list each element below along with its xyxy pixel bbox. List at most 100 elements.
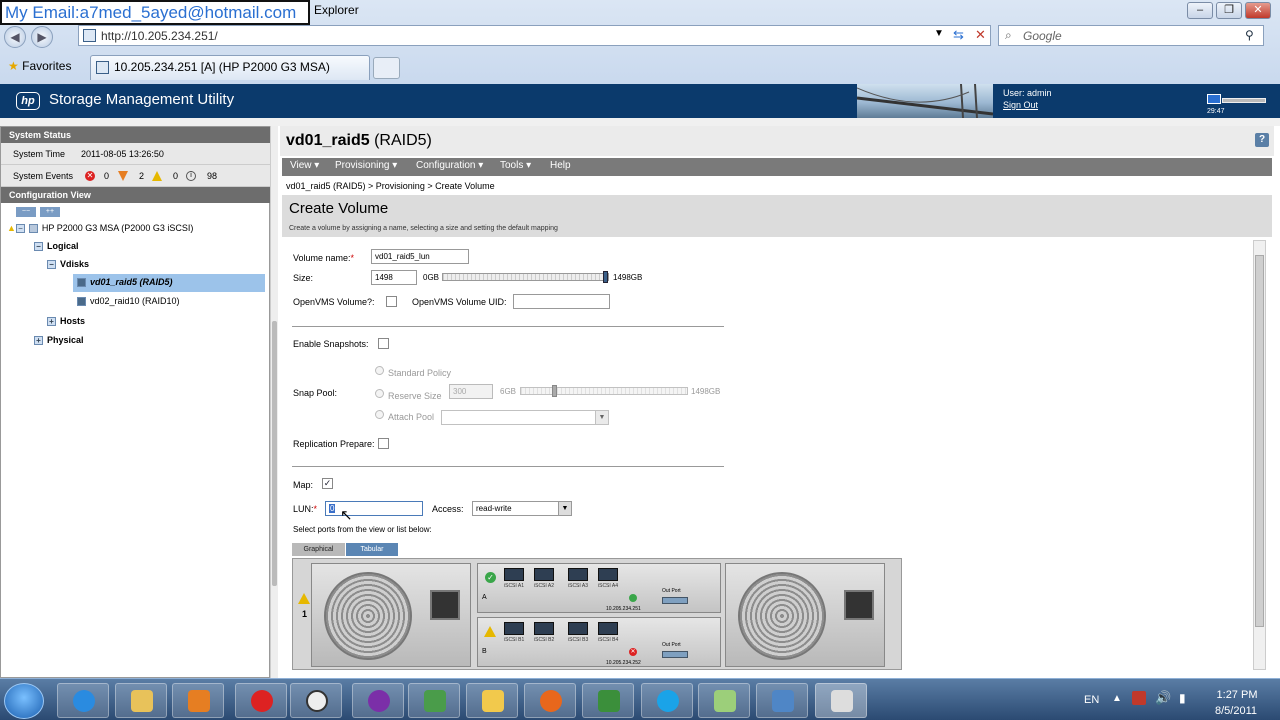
help-icon[interactable]: ? xyxy=(1255,133,1269,147)
volume-icon[interactable]: 🔊 xyxy=(1155,690,1171,706)
expand-icon[interactable]: + xyxy=(47,317,56,327)
left-scrollbar[interactable] xyxy=(270,126,278,678)
size-slider-thumb[interactable] xyxy=(603,271,608,283)
taskbar-firefox[interactable] xyxy=(524,683,576,718)
tree-vd02[interactable]: vd02_raid10 (RAID10) xyxy=(77,296,180,307)
port-a1[interactable] xyxy=(504,568,524,581)
search-box[interactable]: ⌕ Google ⚲ xyxy=(998,25,1264,46)
left-scroll-thumb[interactable] xyxy=(272,321,277,586)
system-events-row[interactable]: System Events ✕ 0 2 0 i 98 xyxy=(1,165,271,187)
start-button[interactable] xyxy=(4,683,44,719)
tree-vdisks[interactable]: − Vdisks xyxy=(47,259,89,270)
port-b4[interactable] xyxy=(598,622,618,635)
tree-hosts[interactable]: + Hosts xyxy=(47,316,85,327)
port-b2[interactable] xyxy=(534,622,554,635)
tray-date[interactable]: 8/5/2011 xyxy=(1210,705,1262,717)
tree-vd01[interactable]: vd01_raid5 (RAID5) xyxy=(77,277,173,288)
standard-policy-radio[interactable] xyxy=(375,366,384,375)
collapse-icon[interactable]: − xyxy=(15,224,25,234)
browser-tab[interactable]: 10.205.234.251 [A] (HP P2000 G3 MSA) xyxy=(90,55,370,80)
expand-all-button[interactable]: ++ xyxy=(40,207,60,217)
menu-provisioning[interactable]: Provisioning ▾ xyxy=(335,160,397,171)
main-scroll-thumb[interactable] xyxy=(1255,255,1264,627)
menu-view[interactable]: View ▾ xyxy=(290,160,319,171)
left-panel: System Status System Time 2011-08-05 13:… xyxy=(0,126,271,678)
taskbar-media[interactable] xyxy=(172,683,224,718)
taskbar-skype[interactable] xyxy=(641,683,693,718)
tray-language[interactable]: EN xyxy=(1084,694,1099,706)
taskbar-network[interactable] xyxy=(582,683,634,718)
menu-configuration[interactable]: Configuration ▾ xyxy=(416,160,483,171)
map-checkbox[interactable]: ✓ xyxy=(322,478,333,489)
openvms-uid-input[interactable] xyxy=(513,294,610,309)
access-label: Access: xyxy=(432,504,464,514)
access-select[interactable]: read-write ▼ xyxy=(472,501,572,516)
out-port-a[interactable] xyxy=(662,597,688,604)
controller-b[interactable]: B iSCSI B1 iSCSI B2 iSCSI B3 iSCSI B4 ✕ … xyxy=(477,617,721,667)
volume-name-input[interactable]: vd01_raid5_lun xyxy=(371,249,469,264)
port-a4[interactable] xyxy=(598,568,618,581)
taskbar-pin[interactable] xyxy=(235,683,287,718)
reserve-slider[interactable] xyxy=(520,387,688,395)
tray-app-icon[interactable] xyxy=(1132,691,1146,705)
taskbar-yahoo[interactable] xyxy=(352,683,404,718)
star-icon: ★ xyxy=(8,59,19,73)
port-b1[interactable] xyxy=(504,622,524,635)
menu-tools[interactable]: Tools ▾ xyxy=(500,160,531,171)
taskbar-apps[interactable] xyxy=(408,683,460,718)
reserve-size-input[interactable]: 300 xyxy=(449,384,493,399)
address-bar[interactable]: http://10.205.234.251/ ▼ ⇆ ✕ xyxy=(78,25,991,46)
sign-out-link[interactable]: Sign Out xyxy=(1003,100,1038,110)
reserve-size-radio[interactable] xyxy=(375,389,384,398)
taskbar-outlook[interactable] xyxy=(466,683,518,718)
search-icon[interactable]: ⚲ xyxy=(1245,28,1254,42)
attach-pool-radio[interactable] xyxy=(375,410,384,419)
taskbar-clock[interactable] xyxy=(290,683,342,718)
port-a3[interactable] xyxy=(568,568,588,581)
back-button[interactable]: ◀ xyxy=(4,26,26,48)
menu-help[interactable]: Help xyxy=(550,160,571,171)
controller-a[interactable]: ✓ A iSCSI A1 iSCSI A2 iSCSI A3 iSCSI A4 … xyxy=(477,563,721,613)
collapse-all-button[interactable]: −− xyxy=(16,207,36,217)
taskbar-ie[interactable] xyxy=(57,683,109,718)
tray-expand-icon[interactable]: ▲ xyxy=(1112,693,1122,704)
out-port-b[interactable] xyxy=(662,651,688,658)
minimize-button[interactable]: – xyxy=(1187,2,1213,19)
dropdown-arrow-icon[interactable]: ▼ xyxy=(934,28,944,39)
power-plug-icon xyxy=(430,590,460,620)
tray-time[interactable]: 1:27 PM xyxy=(1212,689,1262,701)
forward-button[interactable]: ▶ xyxy=(31,26,53,48)
tree-logical[interactable]: − Logical xyxy=(34,241,79,252)
attach-pool-select[interactable]: ▼ xyxy=(441,410,609,425)
collapse-icon[interactable]: − xyxy=(47,260,56,270)
refresh-icon[interactable]: ⇆ xyxy=(953,27,964,43)
collapse-icon[interactable]: − xyxy=(34,242,43,252)
enable-snapshots-checkbox[interactable] xyxy=(378,338,389,349)
taskbar-active-window[interactable] xyxy=(815,683,867,718)
pin-icon xyxy=(251,690,273,712)
taskbar-notepad[interactable] xyxy=(698,683,750,718)
tree-physical[interactable]: + Physical xyxy=(34,335,84,346)
tab-graphical[interactable]: Graphical xyxy=(292,543,345,556)
expand-icon[interactable]: + xyxy=(34,336,43,346)
maximize-button[interactable]: ❐ xyxy=(1216,2,1242,19)
taskbar-remote[interactable] xyxy=(756,683,808,718)
stop-icon[interactable]: ✕ xyxy=(975,27,986,43)
reserve-slider-thumb[interactable] xyxy=(552,385,557,397)
controller-warning-icon xyxy=(484,626,496,637)
replication-prepare-checkbox[interactable] xyxy=(378,438,389,449)
network-signal-icon[interactable]: ▮ xyxy=(1179,691,1186,705)
enclosure-icon xyxy=(28,224,38,234)
new-tab-button[interactable] xyxy=(373,57,400,79)
openvms-checkbox[interactable] xyxy=(386,296,397,307)
tab-tabular[interactable]: Tabular xyxy=(346,543,398,556)
size-input[interactable]: 1498 xyxy=(371,270,417,285)
close-window-button[interactable]: ✕ xyxy=(1245,2,1271,19)
port-a2[interactable] xyxy=(534,568,554,581)
tree-system[interactable]: ▲ − HP P2000 G3 MSA (P2000 G3 iSCSI) xyxy=(7,223,193,234)
taskbar-explorer[interactable] xyxy=(115,683,167,718)
size-slider[interactable] xyxy=(442,273,609,281)
main-scrollbar[interactable] xyxy=(1253,240,1266,670)
port-b3[interactable] xyxy=(568,622,588,635)
favorites-button[interactable]: ★ Favorites xyxy=(8,59,71,73)
